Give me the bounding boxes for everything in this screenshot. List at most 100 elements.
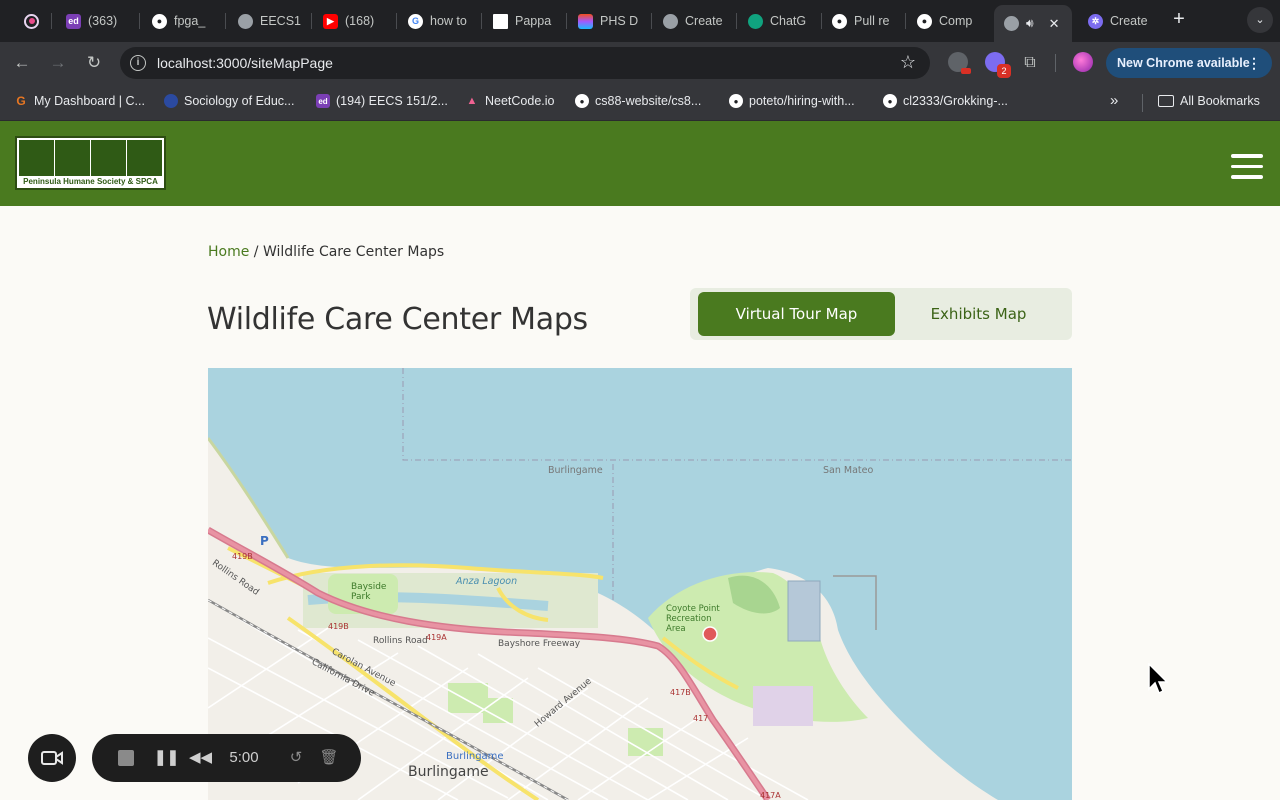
tab-label: fpga_: [174, 14, 206, 28]
stop-recording-button[interactable]: [116, 747, 136, 769]
github-icon: ●: [883, 94, 897, 108]
tab-doc[interactable]: Pappa: [483, 7, 567, 35]
bookmark-item[interactable]: G My Dashboard | C...: [14, 94, 145, 108]
tab-pull-request[interactable]: ● Pull re: [822, 7, 906, 35]
tab-chatgpt[interactable]: ChatG: [738, 7, 822, 35]
tab-label: how to: [430, 14, 467, 28]
breadcrumb-home-link[interactable]: Home: [208, 244, 249, 260]
tab-compare[interactable]: ● Comp: [907, 7, 991, 35]
pause-icon[interactable]: ❚❚: [154, 747, 179, 769]
bookmark-item[interactable]: ● cs88-website/cs8...: [575, 94, 701, 108]
canvas-icon: G: [16, 94, 26, 108]
update-label: New Chrome available: [1117, 56, 1250, 70]
profile-avatar[interactable]: [1073, 52, 1093, 72]
back-arrow-icon[interactable]: ←: [10, 51, 34, 75]
github-icon: ●: [917, 13, 932, 29]
tab-github-fpga[interactable]: ● fpga_: [142, 7, 226, 35]
map-label: Burlingame: [446, 751, 504, 762]
bookmark-item[interactable]: ● poteto/hiring-with...: [729, 94, 855, 108]
recording-timer: 5:00: [229, 749, 259, 766]
bookmark-label: cl2333/Grokking-...: [903, 94, 1008, 108]
speaker-icon[interactable]: 🔊︎: [1026, 16, 1034, 31]
github-icon: ●: [832, 13, 847, 29]
reload-icon[interactable]: ↻: [82, 51, 106, 75]
bookmark-item[interactable]: ● cl2333/Grokking-...: [883, 94, 1008, 108]
rocket-icon: ▲: [466, 95, 478, 107]
all-bookmarks-button[interactable]: All Bookmarks: [1158, 94, 1260, 108]
chrome-update-button[interactable]: New Chrome available ⋮: [1106, 48, 1272, 78]
phs-logo[interactable]: Peninsula Humane Society & SPCA: [15, 136, 166, 190]
tab-label: (168): [345, 14, 375, 28]
tab-label: Create: [685, 14, 723, 28]
breadcrumb: Home / Wildlife Care Center Maps: [208, 244, 444, 260]
record-icon: [24, 13, 39, 29]
map-label: Anza Lagoon: [456, 576, 518, 587]
map-label: 419A: [426, 633, 447, 642]
bookmark-label: cs88-website/cs8...: [595, 94, 702, 108]
tab-create[interactable]: Create: [653, 7, 737, 35]
more-bookmarks-icon[interactable]: »: [1110, 92, 1118, 109]
bookmark-star-icon[interactable]: ☆: [900, 52, 916, 73]
github-icon: ●: [729, 94, 743, 108]
github-icon: ●: [575, 94, 589, 108]
forward-arrow-icon[interactable]: →: [46, 51, 70, 75]
tab-label: (363): [88, 14, 118, 28]
breadcrumb-current: Wildlife Care Center Maps: [262, 244, 445, 260]
close-tab-icon[interactable]: ✕: [1049, 16, 1060, 32]
tab-search-button[interactable]: ⌄: [1247, 7, 1273, 33]
ed-icon: ed: [316, 94, 330, 108]
tab-label: ChatG: [770, 14, 807, 28]
exhibits-map-button[interactable]: Exhibits Map: [880, 292, 1077, 336]
map-label: Burlingame: [408, 764, 489, 780]
map-label: 419B: [232, 552, 253, 561]
breadcrumb-separator: /: [249, 244, 263, 260]
extension-icon[interactable]: [948, 52, 971, 74]
bookmark-item[interactable]: ▲ NeetCode.io: [465, 94, 555, 108]
tab-active-localhost[interactable]: 🔊︎ ✕: [994, 5, 1072, 42]
more-vert-icon[interactable]: ⋮: [1247, 48, 1261, 78]
tab-eecs[interactable]: EECS1: [228, 7, 312, 35]
tab-create-2[interactable]: ✲ Create: [1078, 7, 1162, 35]
tab-ed[interactable]: ed (363): [56, 7, 140, 35]
virtual-tour-map-button[interactable]: Virtual Tour Map: [698, 292, 895, 336]
address-bar[interactable]: i localhost:3000/siteMapPage ☆: [120, 47, 930, 79]
new-tab-button[interactable]: +: [1168, 8, 1190, 30]
trash-icon[interactable]: 🗑︎: [319, 747, 339, 769]
extension-gear-icon[interactable]: 2: [985, 52, 1011, 78]
page-title: Wildlife Care Center Maps: [207, 302, 588, 337]
browser-toolbar: ← → ↻ i localhost:3000/siteMapPage ☆ 2 ⧉…: [0, 42, 1280, 84]
figma-icon: [578, 13, 593, 29]
url-text[interactable]: localhost:3000/siteMapPage: [157, 55, 333, 71]
restart-icon[interactable]: ↺: [286, 747, 306, 769]
bookmark-label: Sociology of Educ...: [184, 94, 295, 108]
circle-icon: [164, 94, 178, 108]
bookmark-label: poteto/hiring-with...: [749, 94, 855, 108]
site-header: Peninsula Humane Society & SPCA: [0, 121, 1280, 206]
bookmark-label: My Dashboard | C...: [34, 94, 145, 108]
bookmark-label: (194) EECS 151/2...: [336, 94, 448, 108]
rewind-icon[interactable]: ◀◀: [189, 747, 212, 769]
bookmark-item[interactable]: ed (194) EECS 151/2...: [316, 94, 448, 108]
puzzle-icon[interactable]: ⧉: [1018, 51, 1042, 75]
map-label: Rollins Road: [373, 636, 428, 646]
hamburger-menu-icon[interactable]: [1231, 154, 1263, 179]
tab-recorder[interactable]: [14, 7, 52, 35]
bookmark-label: NeetCode.io: [485, 94, 555, 108]
tab-figma[interactable]: PHS D: [568, 7, 652, 35]
tab-google[interactable]: G how to: [398, 7, 482, 35]
google-icon: G: [408, 13, 423, 29]
video-camera-icon: [41, 751, 63, 765]
camera-toggle-button[interactable]: [28, 734, 76, 782]
map-label: Coyote Point Recreation Area: [666, 604, 720, 634]
parking-icon: P: [260, 534, 269, 548]
tab-label: Pull re: [854, 14, 890, 28]
ed-icon: ed: [66, 13, 81, 29]
bookmark-item[interactable]: Sociology of Educ...: [164, 94, 294, 108]
all-bookmarks-label: All Bookmarks: [1180, 94, 1260, 108]
site-info-icon[interactable]: i: [130, 55, 146, 71]
tab-youtube[interactable]: ▶ (168): [313, 7, 397, 35]
extension-badge: 2: [997, 64, 1011, 78]
tab-label: Create: [1110, 14, 1148, 28]
recorder-controls: ❚❚ ◀◀ 5:00 ↺ 🗑︎: [92, 734, 361, 782]
map-label: 417: [693, 714, 709, 723]
